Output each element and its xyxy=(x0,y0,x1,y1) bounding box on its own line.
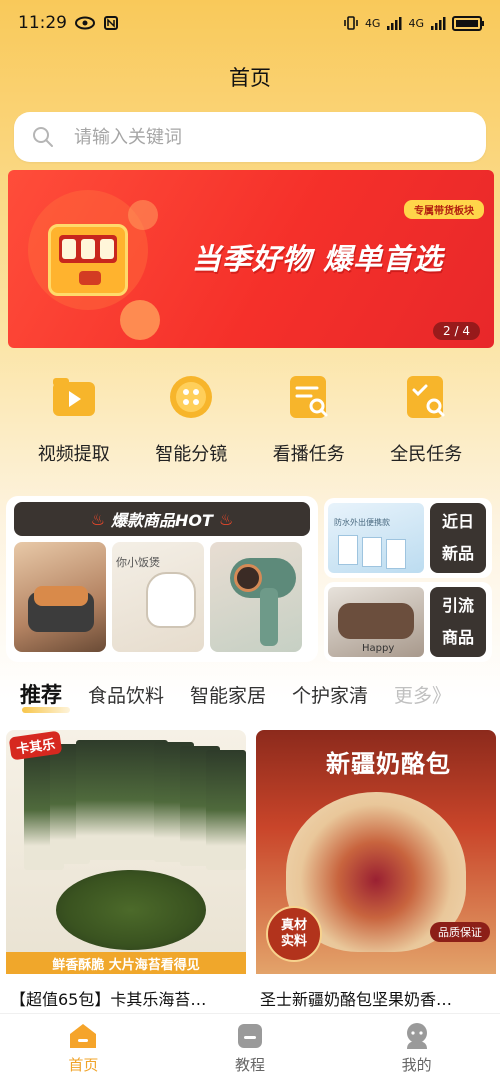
tab-food-drinks[interactable]: 食品饮料 xyxy=(88,681,164,708)
promo-banner[interactable]: 专属带货板块 当季好物 爆单首选 2 / 4 xyxy=(8,170,494,348)
slot-machine-icon xyxy=(48,224,128,296)
nav-label: 教程 xyxy=(234,1056,265,1074)
nav-label: 我的 xyxy=(401,1056,432,1074)
side-card-label: 引流 商品 xyxy=(430,587,486,657)
nav-label: 首页 xyxy=(68,1056,99,1074)
hot-product-image-hair-dryer[interactable] xyxy=(210,542,302,652)
nfc-icon xyxy=(104,16,118,30)
page-title: 首页 xyxy=(229,66,271,90)
banner-pager: 2 / 4 xyxy=(433,322,480,340)
category-tabs: 推荐 食品饮料 智能家居 个护家清 更多》 xyxy=(0,672,500,716)
battery-icon xyxy=(452,15,484,31)
nav-home[interactable]: 首页 xyxy=(33,1022,133,1075)
product-image: 卡其乐 鲜香酥脆 大片海苔看得见 xyxy=(6,730,246,974)
qa-smart-storyboard[interactable]: 智能分镜 xyxy=(136,372,246,482)
qa-video-extract[interactable]: 视频提取 xyxy=(19,372,129,482)
watch-task-icon xyxy=(289,376,328,418)
qa-label: 视频提取 xyxy=(37,444,110,465)
video-play-icon xyxy=(52,378,95,416)
tab-personal-care[interactable]: 个护家清 xyxy=(292,681,368,708)
banner-headline: 当季好物 爆单首选 xyxy=(192,242,444,276)
tab-more[interactable]: 更多》 xyxy=(394,681,451,708)
hot-product-image-grill[interactable] xyxy=(14,542,106,652)
storyboard-icon xyxy=(170,376,213,418)
quick-actions: 视频提取 智能分镜 看播任务 全民任务 xyxy=(0,372,500,482)
hot-products-panel[interactable]: ♨ 爆款商品HOT ♨ 你小饭煲 xyxy=(6,496,318,662)
nav-profile[interactable]: 我的 xyxy=(367,1022,467,1075)
product-strip: 鲜香酥脆 大片海苔看得见 xyxy=(6,952,246,974)
side-card-label-line1: 近日 xyxy=(441,512,474,531)
bottom-nav: 首页 教程 我的 xyxy=(0,1013,500,1083)
profile-icon xyxy=(406,1023,427,1049)
qa-label: 智能分镜 xyxy=(155,444,228,465)
qa-all-task[interactable]: 全民任务 xyxy=(371,372,481,482)
status-bar: 11:29 4G 4G xyxy=(0,0,500,46)
hot-product-caption: 你小饭煲 xyxy=(116,556,160,569)
side-card-new-products[interactable]: 防水外出便携款 近日 新品 xyxy=(324,498,492,578)
side-card-label: 近日 新品 xyxy=(430,503,486,573)
network-label-1: 4G xyxy=(364,16,381,30)
product-title: 圣士新疆奶酪包坚果奶香… xyxy=(260,990,453,1009)
product-grid: 卡其乐 鲜香酥脆 大片海苔看得见 【超值65包】卡其乐海苔… 新疆奶酪包 真材 … xyxy=(6,730,496,1010)
side-card-label-line1: 引流 xyxy=(441,596,474,615)
flame-icon: ♨ xyxy=(218,509,234,529)
product-stamp-line1: 真材 xyxy=(280,918,307,933)
product-card[interactable]: 卡其乐 鲜香酥脆 大片海苔看得见 【超值65包】卡其乐海苔… xyxy=(6,730,246,1010)
side-card-thumb-caption: 防水外出便携款 xyxy=(334,518,390,527)
network-label-2: 4G xyxy=(408,16,424,30)
qa-watch-task[interactable]: 看播任务 xyxy=(254,372,364,482)
qa-label: 全民任务 xyxy=(390,444,463,465)
side-card-traffic-products[interactable]: Happy 引流 商品 xyxy=(324,582,492,662)
side-card-thumb-caption: Happy xyxy=(362,643,395,654)
all-task-icon xyxy=(407,376,445,418)
signal-icon-2 xyxy=(431,17,446,30)
tab-smart-home[interactable]: 智能家居 xyxy=(190,681,266,708)
product-image: 新疆奶酪包 真材 实料 品质保证 xyxy=(256,730,496,974)
product-stamp-line2: 实料 xyxy=(280,934,307,949)
product-card[interactable]: 新疆奶酪包 真材 实料 品质保证 圣士新疆奶酪包坚果奶香… xyxy=(256,730,496,1010)
flame-icon: ♨ xyxy=(90,509,106,529)
status-time: 11:29 xyxy=(18,13,67,33)
search-icon xyxy=(33,127,53,147)
vibrate-icon xyxy=(344,16,358,30)
banner-tag: 专属带货板块 xyxy=(404,200,484,219)
hot-product-image-rice-cooker[interactable]: 你小饭煲 xyxy=(112,542,204,652)
quality-badge: 品质保证 xyxy=(430,922,490,942)
side-card-thumb: 防水外出便携款 xyxy=(328,503,424,573)
search-input[interactable] xyxy=(74,126,454,148)
side-card-label-line2: 商品 xyxy=(441,628,474,647)
tab-recommended[interactable]: 推荐 xyxy=(20,679,70,713)
tutorial-icon xyxy=(237,1024,262,1048)
eye-icon xyxy=(75,16,95,30)
signal-icon-1 xyxy=(387,17,402,30)
side-card-thumb: Happy xyxy=(328,587,424,657)
hot-header: ♨ 爆款商品HOT ♨ xyxy=(14,502,310,536)
hot-title: 爆款商品HOT xyxy=(111,511,213,530)
home-icon xyxy=(70,1024,97,1048)
product-image-title: 新疆奶酪包 xyxy=(326,750,451,778)
qa-label: 看播任务 xyxy=(272,444,345,465)
side-card-label-line2: 新品 xyxy=(441,544,474,563)
product-title: 【超值65包】卡其乐海苔… xyxy=(10,990,207,1009)
nav-tutorial[interactable]: 教程 xyxy=(200,1022,300,1075)
search-bar[interactable] xyxy=(14,112,486,162)
product-stamp: 真材 实料 xyxy=(266,906,322,962)
